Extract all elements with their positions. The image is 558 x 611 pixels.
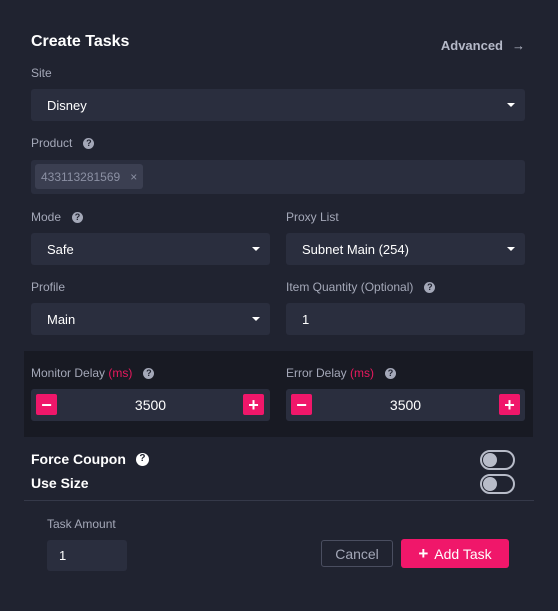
site-label-text: Site bbox=[31, 66, 52, 80]
item-quantity-value: 1 bbox=[302, 311, 310, 327]
add-task-label: Add Task bbox=[434, 545, 492, 562]
error-delay-stepper[interactable]: − 3500 + bbox=[286, 389, 525, 421]
cancel-label: Cancel bbox=[335, 545, 379, 562]
monitor-delay-label-text: Monitor Delay bbox=[31, 366, 106, 380]
mode-value: Safe bbox=[47, 241, 74, 257]
plus-icon: + bbox=[418, 543, 429, 563]
arrow-right-icon: → bbox=[512, 38, 525, 53]
mode-select[interactable]: Safe bbox=[31, 233, 270, 265]
product-tag: 433113281569 × bbox=[35, 164, 144, 189]
force-coupon-label: Force Coupon ? bbox=[31, 451, 149, 467]
proxy-list-label-text: Proxy List bbox=[286, 210, 339, 224]
profile-value: Main bbox=[47, 311, 76, 327]
toggle-knob bbox=[483, 477, 497, 491]
task-amount-input[interactable]: 1 bbox=[47, 540, 127, 571]
help-icon[interactable]: ? bbox=[143, 367, 155, 379]
divider bbox=[24, 500, 534, 501]
error-delay-unit: (ms) bbox=[350, 366, 375, 380]
plus-icon[interactable]: + bbox=[499, 394, 520, 415]
force-coupon-label-text: Force Coupon bbox=[31, 451, 126, 467]
item-quantity-label-text: Item Quantity (Optional) bbox=[286, 280, 414, 294]
mode-label-text: Mode bbox=[31, 210, 62, 224]
caret-down-icon bbox=[507, 103, 515, 107]
item-quantity-label: Item Quantity (Optional) ? bbox=[286, 280, 436, 294]
use-size-label-text: Use Size bbox=[31, 475, 89, 491]
proxy-list-select[interactable]: Subnet Main (254) bbox=[286, 233, 525, 265]
help-icon[interactable]: ? bbox=[385, 367, 397, 379]
error-delay-label: Error Delay (ms) ? bbox=[286, 366, 397, 380]
dialog-title: Create Tasks bbox=[31, 33, 130, 50]
remove-tag-icon[interactable]: × bbox=[130, 170, 137, 184]
task-amount-label-text: Task Amount bbox=[47, 517, 116, 531]
add-task-button[interactable]: + Add Task bbox=[401, 539, 509, 568]
monitor-delay-unit: (ms) bbox=[108, 366, 133, 380]
profile-label: Profile bbox=[31, 280, 65, 294]
product-tag-text: 433113281569 bbox=[41, 169, 121, 184]
monitor-delay-stepper[interactable]: − 3500 + bbox=[31, 389, 270, 421]
site-label: Site bbox=[31, 66, 52, 80]
force-coupon-toggle[interactable] bbox=[480, 450, 515, 470]
caret-down-icon bbox=[252, 317, 260, 321]
mode-label: Mode ? bbox=[31, 210, 84, 224]
help-icon[interactable]: ? bbox=[135, 452, 149, 466]
proxy-list-value: Subnet Main (254) bbox=[302, 241, 409, 257]
monitor-delay-label: Monitor Delay (ms) ? bbox=[31, 366, 155, 380]
use-size-toggle[interactable] bbox=[480, 474, 515, 494]
help-icon[interactable]: ? bbox=[83, 137, 95, 149]
advanced-link[interactable]: Advanced → bbox=[441, 38, 525, 53]
item-quantity-input[interactable]: 1 bbox=[286, 303, 525, 335]
error-delay-value: 3500 bbox=[389, 397, 422, 413]
caret-down-icon bbox=[252, 247, 260, 251]
help-icon[interactable]: ? bbox=[424, 281, 436, 293]
advanced-label: Advanced bbox=[440, 38, 503, 53]
caret-down-icon bbox=[507, 247, 515, 251]
error-delay-label-text: Error Delay bbox=[286, 366, 347, 380]
monitor-delay-value: 3500 bbox=[134, 397, 167, 413]
site-select[interactable]: Disney bbox=[31, 89, 525, 121]
help-icon[interactable]: ? bbox=[72, 211, 84, 223]
use-size-label: Use Size bbox=[31, 475, 89, 491]
task-amount-value: 1 bbox=[59, 548, 67, 563]
task-amount-label: Task Amount bbox=[47, 517, 116, 531]
cancel-button[interactable]: Cancel bbox=[321, 540, 393, 567]
product-label-text: Product bbox=[31, 136, 73, 150]
profile-label-text: Profile bbox=[31, 280, 66, 294]
proxy-list-label: Proxy List bbox=[286, 210, 339, 224]
plus-icon[interactable]: + bbox=[243, 394, 264, 415]
profile-select[interactable]: Main bbox=[31, 303, 270, 335]
create-tasks-dialog: Create Tasks Advanced → Site Disney Prod… bbox=[0, 0, 558, 611]
toggle-knob bbox=[483, 453, 497, 467]
site-value: Disney bbox=[47, 97, 87, 113]
product-label: Product ? bbox=[31, 136, 95, 150]
